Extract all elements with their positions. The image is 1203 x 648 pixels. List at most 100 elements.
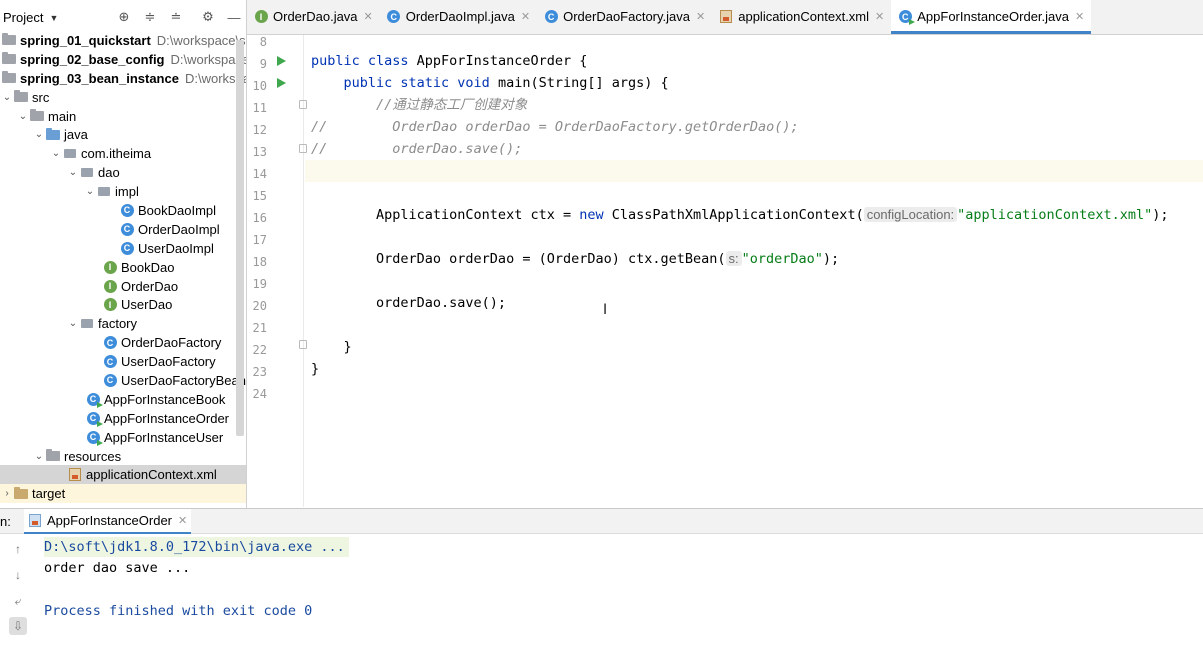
comment-prefix: // (311, 119, 328, 135)
tree-item-label: BookDao (121, 259, 175, 275)
mouse-cursor-icon: I (603, 302, 608, 318)
tree-item-label: OrderDaoFactory (121, 335, 222, 351)
arrow-up-icon[interactable]: ↑ (9, 540, 27, 558)
chevron-down-icon[interactable]: ⌄ (32, 129, 46, 140)
line-number: 11 (252, 101, 267, 115)
tree-item-class[interactable]: C UserDaoFactoryBean (0, 371, 246, 390)
tab-appforinstanceorder[interactable]: C AppForInstanceOrder.java ✕ (891, 0, 1092, 34)
soft-wrap-icon[interactable]: ⤶ (9, 592, 27, 610)
tree-item-resources[interactable]: ⌄ resources (0, 447, 246, 466)
line-number: 19 (252, 277, 267, 291)
chevron-down-icon[interactable]: ⌄ (32, 451, 46, 462)
tree-item-impl[interactable]: ⌄ impl (0, 182, 246, 201)
run-main-icon[interactable] (277, 78, 286, 88)
code-text: ApplicationContext ctx = (311, 207, 580, 223)
chevron-right-icon[interactable]: › (0, 488, 14, 499)
tree-item-xml-file[interactable]: applicationContext.xml (0, 465, 246, 485)
keyword: public class (311, 53, 417, 69)
editor-tabbar: I OrderDao.java ✕ C OrderDaoImpl.java ✕ … (247, 0, 1203, 35)
tree-module-row[interactable]: spring_03_bean_instance D:\workspace (0, 69, 246, 88)
chevron-down-icon[interactable]: ⌄ (83, 186, 97, 197)
arrow-down-icon[interactable]: ↓ (9, 566, 27, 584)
close-icon[interactable]: ✕ (875, 10, 884, 23)
tree-item-factory[interactable]: ⌄ factory (0, 314, 246, 333)
tree-item-main[interactable]: ⌄ main (0, 107, 246, 126)
chevron-down-icon[interactable]: ⌄ (66, 167, 80, 178)
tree-item-interface[interactable]: I OrderDao (0, 277, 246, 296)
chevron-down-icon[interactable]: ⌄ (0, 92, 14, 103)
gear-icon[interactable]: ⚙ (200, 9, 216, 25)
tree-item-label: UserDaoImpl (138, 240, 214, 256)
tree-item-java[interactable]: ⌄ java (0, 125, 246, 144)
code-line-11: //通过静态工厂创建对象 (311, 97, 528, 113)
tree-item-class[interactable]: C OrderDaoImpl (0, 220, 246, 239)
tree-item-label: AppForInstanceBook (104, 391, 226, 407)
tree-item-runnable-class[interactable]: C AppForInstanceOrder (0, 409, 246, 428)
keyword: public static void (311, 75, 498, 91)
commented-code: orderDao.save(); (327, 141, 523, 157)
tree-module-row[interactable]: spring_01_quickstart D:\workspace\sp (0, 31, 246, 50)
chevron-down-icon[interactable]: ▼ (49, 13, 58, 23)
close-icon[interactable]: ✕ (696, 10, 705, 23)
run-tab[interactable]: AppForInstanceOrder ✕ (24, 509, 192, 534)
tree-item-interface[interactable]: I UserDao (0, 295, 246, 314)
run-header: n: AppForInstanceOrder ✕ (0, 509, 1203, 534)
run-class-icon[interactable] (277, 56, 286, 66)
tree-item-interface[interactable]: I BookDao (0, 258, 246, 277)
class-icon: C (387, 10, 401, 23)
collapse-all-icon[interactable]: ≐ (168, 9, 184, 25)
chevron-down-icon[interactable]: ⌄ (66, 318, 80, 329)
editor-gutter: 8 9 10 11 12 13 14 15 16 17 18 19 20 21 … (247, 35, 307, 507)
tab-applicationcontext[interactable]: applicationContext.xml ✕ (712, 0, 891, 34)
tree-item-label: OrderDaoImpl (138, 221, 220, 237)
tab-orderdao[interactable]: I OrderDao.java ✕ (247, 0, 380, 34)
folder-icon (30, 109, 44, 122)
tree-module-row[interactable]: spring_02_base_config D:\workspace\s (0, 50, 246, 69)
tree-item-class[interactable]: C BookDaoImpl (0, 201, 246, 220)
project-scrollbar[interactable] (236, 40, 244, 436)
tree-item-dao[interactable]: ⌄ dao (0, 163, 246, 182)
tree-item-src[interactable]: ⌄ src (0, 88, 246, 107)
close-icon[interactable]: ✕ (178, 514, 187, 527)
tree-item-label: UserDaoFactory (121, 354, 216, 370)
parameter-hint: s: (725, 251, 742, 266)
tree-item-class[interactable]: C UserDaoImpl (0, 239, 246, 258)
tree-item-target[interactable]: › target (0, 484, 246, 504)
interface-icon: I (254, 10, 268, 23)
expand-all-icon[interactable]: ≑ (142, 9, 158, 25)
tree-item-class[interactable]: C OrderDaoFactory (0, 333, 246, 352)
tree-item-runnable-class[interactable]: C AppForInstanceBook (0, 390, 246, 409)
tab-label: OrderDaoFactory.java (563, 9, 691, 24)
close-icon[interactable]: ✕ (521, 10, 530, 23)
source-folder-icon (46, 127, 60, 141)
tree-item-label: src (32, 89, 50, 105)
locate-icon[interactable]: ⊕ (116, 9, 132, 25)
module-folder-icon (2, 33, 16, 46)
minimize-icon[interactable]: — (226, 9, 242, 25)
code-editor[interactable]: public class AppForInstanceOrder { publi… (305, 35, 1203, 507)
package-icon (80, 318, 94, 330)
line-number: 13 (252, 145, 267, 159)
chevron-down-icon[interactable]: ⌄ (49, 148, 63, 159)
class-icon: C (103, 336, 117, 350)
close-icon[interactable]: ✕ (364, 10, 373, 23)
tab-orderdaoimpl[interactable]: C OrderDaoImpl.java ✕ (380, 0, 537, 34)
xml-file-icon (719, 10, 733, 23)
xml-file-icon (68, 468, 82, 482)
runnable-class-icon: C (86, 411, 103, 427)
tree-item-package[interactable]: ⌄ com.itheima (0, 144, 246, 163)
tree-item-label: java (64, 127, 88, 143)
line-number: 9 (259, 57, 267, 71)
tab-orderdaofactory[interactable]: C OrderDaoFactory.java ✕ (537, 0, 712, 34)
project-view-selector[interactable]: Project (3, 10, 43, 25)
line-number: 14 (252, 167, 267, 181)
tree-item-label: OrderDao (121, 278, 179, 294)
code-line-16: ApplicationContext ctx = new ClassPathXm… (305, 204, 1203, 226)
chevron-down-icon[interactable]: ⌄ (16, 111, 30, 122)
scroll-to-end-icon[interactable]: ⇩ (9, 617, 27, 635)
tree-item-class[interactable]: C UserDaoFactory (0, 352, 246, 371)
close-icon[interactable]: ✕ (1075, 10, 1084, 23)
keyword: new (579, 207, 604, 223)
tree-item-runnable-class[interactable]: C AppForInstanceUser (0, 428, 246, 447)
tree-item-label: AppForInstanceOrder (104, 410, 230, 426)
